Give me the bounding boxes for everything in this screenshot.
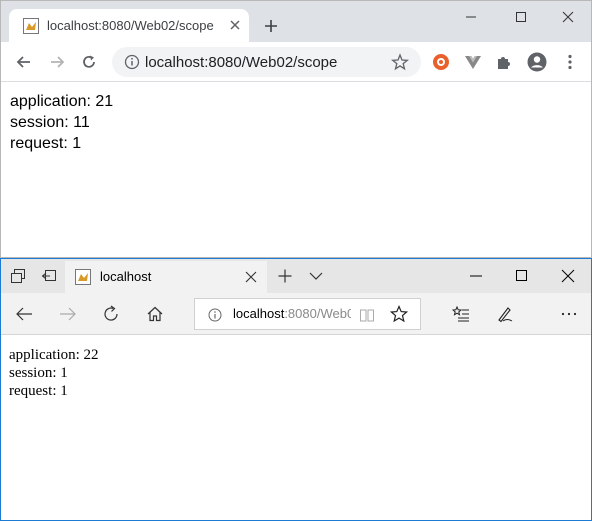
chrome-window: localhost:8080/Web02/scope localhost:808… [0,0,592,258]
extension-orange-icon[interactable] [432,53,450,71]
more-menu-icon[interactable] [560,305,578,323]
tab-manager-icon[interactable] [10,268,26,284]
profile-avatar-icon[interactable] [527,52,547,72]
more-menu-icon[interactable] [561,53,579,71]
tomcat-favicon-icon [23,18,39,34]
session-count: session: 11 [10,114,90,131]
edge-toolbar: localhost:8080/Web0 [1,293,591,335]
tomcat-favicon-icon [75,269,91,285]
chrome-tab-bar: localhost:8080/Web02/scope [1,1,591,42]
address-url-host: localhost [233,306,285,321]
chrome-toolbar: localhost:8080/Web02/scope [1,42,591,82]
minimize-icon[interactable] [468,268,484,284]
edge-tab-title: localhost [100,269,152,284]
new-tab-plus-icon[interactable] [263,18,279,34]
refresh-icon[interactable] [102,305,120,323]
address-url: localhost:8080/Web02/scope [145,54,338,71]
chrome-page-content: application: 21 session: 11 request: 1 [10,91,113,154]
favorites-hub-icon[interactable] [452,305,470,323]
edge-tab-bar: localhost [1,259,591,293]
reading-view-icon[interactable] [359,307,375,323]
back-arrow-icon[interactable] [15,53,33,71]
site-info-icon[interactable] [208,308,222,322]
address-url-rest: :8080/Web0 [284,306,351,321]
web-note-pen-icon[interactable] [496,305,514,323]
edge-window: localhost localhost:8080/Web0 applicatio… [0,258,592,521]
new-tab-plus-icon[interactable] [277,268,293,284]
set-tabs-aside-icon[interactable] [41,268,57,284]
maximize-icon[interactable] [514,268,530,284]
edge-tab-localhost[interactable]: localhost [65,261,267,293]
chrome-tab-title: localhost:8080/Web02/scope [47,18,214,33]
window-close-icon[interactable] [560,268,576,284]
request-count: request: 1 [10,135,82,152]
extensions-puzzle-icon[interactable] [495,53,513,71]
application-count: application: 21 [10,93,114,110]
chrome-tab-scope[interactable]: localhost:8080/Web02/scope [9,9,249,42]
minimize-icon[interactable] [462,9,480,25]
close-icon[interactable] [227,17,243,33]
chevron-down-icon[interactable] [308,268,324,284]
session-count: session: 1 [9,365,68,381]
application-count: application: 22 [9,347,99,363]
reload-icon[interactable] [80,53,98,71]
address-bar[interactable]: localhost:8080/Web0 [194,298,421,330]
address-bar[interactable]: localhost:8080/Web02/scope [112,47,421,77]
forward-arrow-icon[interactable] [48,53,66,71]
edge-page-content: application: 22 session: 1 request: 1 [9,346,99,400]
address-url: localhost:8080/Web0 [233,306,351,321]
extension-vue-icon[interactable] [464,53,482,71]
bookmark-star-icon[interactable] [391,53,409,71]
back-arrow-icon[interactable] [15,305,33,323]
window-close-icon[interactable] [559,9,577,25]
forward-arrow-icon[interactable] [59,305,77,323]
favorite-star-icon[interactable] [390,305,408,323]
close-icon[interactable] [243,269,259,285]
home-icon[interactable] [146,305,164,323]
site-info-icon[interactable] [124,54,140,70]
maximize-icon[interactable] [512,9,530,25]
desktop: localhost:8080/Web02/scope localhost:808… [0,0,592,521]
request-count: request: 1 [9,383,68,399]
